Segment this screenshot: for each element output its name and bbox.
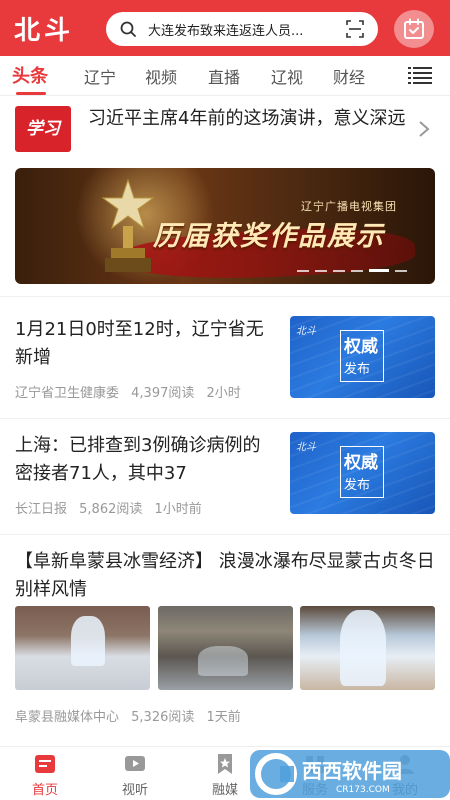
divider	[0, 418, 450, 419]
svg-text:CR173.COM: CR173.COM	[336, 785, 390, 795]
news-source: 长江日报	[15, 502, 68, 517]
thumbnail-logo: 北斗	[296, 326, 316, 337]
nav-media[interactable]: 融媒	[195, 753, 255, 798]
ice-patch	[198, 646, 248, 676]
search-input[interactable]: 大连发布致来连返连人员...	[148, 20, 340, 39]
tab-liaoshi[interactable]: 辽视	[271, 64, 303, 88]
banner-title: 历届获奖作品展示	[153, 221, 385, 252]
chevron-right-icon[interactable]	[418, 120, 430, 138]
bookmark-icon	[218, 754, 232, 774]
calendar-button[interactable]	[394, 10, 434, 48]
ice-waterfall	[71, 616, 105, 666]
news-item[interactable]: 上海：已排查到3例确诊病例的密接者71人，其中37 长江日报 5,862阅读 1…	[0, 432, 450, 528]
tab-live[interactable]: 直播	[208, 64, 240, 88]
channel-tabs: 头条 辽宁 视频 直播 辽视 财经	[0, 56, 450, 96]
news-reads: 5,862阅读	[79, 502, 143, 517]
tab-video[interactable]: 视频	[145, 64, 177, 88]
home-icon	[35, 755, 55, 773]
carousel-dot[interactable]	[351, 270, 363, 272]
thumbnail-text-authority: 权威	[344, 453, 378, 473]
nav-label: 视听	[121, 783, 148, 798]
cr173-watermark-logo: 西西软件园 CR173.COM	[250, 750, 450, 798]
news-meta: 长江日报 5,862阅读 1小时前	[15, 498, 210, 517]
nav-label: 首页	[31, 783, 58, 798]
carousel-dot[interactable]	[315, 270, 327, 272]
tab-headline[interactable]: 头条	[12, 62, 48, 88]
carousel-dot-active[interactable]	[369, 269, 389, 272]
scan-icon[interactable]	[346, 20, 364, 38]
channel-menu-icon[interactable]	[408, 66, 432, 84]
search-bar[interactable]: 大连发布致来连返连人员...	[106, 12, 378, 46]
thumbnail-text-release: 发布	[344, 478, 371, 493]
app-header: 北斗 大连发布致来连返连人员...	[0, 0, 450, 56]
gallery-photo-3[interactable]	[300, 606, 435, 690]
nav-video[interactable]: 视听	[105, 753, 165, 798]
news-time: 1天前	[206, 710, 241, 725]
app-logo: 北斗	[14, 16, 75, 46]
tab-liaoning[interactable]: 辽宁	[84, 64, 116, 88]
active-tab-indicator	[16, 92, 46, 95]
thumbnail-logo: 北斗	[296, 442, 316, 453]
svg-text:西西软件园: 西西软件园	[302, 759, 402, 783]
feature-news-item[interactable]: 学习 习近平主席4年前的这场演讲，意义深远	[0, 102, 450, 160]
news-item[interactable]: 1月21日0时至12时，辽宁省无新增 辽宁省卫生健康委 4,397阅读 2小时 …	[0, 316, 450, 412]
banner-carousel[interactable]: 辽宁广播电视集团 历届获奖作品展示	[15, 168, 435, 284]
search-icon	[120, 21, 136, 37]
banner-org: 辽宁广播电视集团	[301, 200, 397, 213]
xuexi-badge: 学习	[15, 106, 71, 152]
thumbnail-text-release: 发布	[344, 362, 371, 377]
nav-label: 融媒	[211, 783, 238, 798]
gallery-photo-1[interactable]	[15, 606, 150, 690]
news-reads: 4,397阅读	[131, 386, 195, 401]
divider	[0, 296, 450, 297]
news-time: 1小时前	[154, 502, 202, 517]
gallery-photo-2[interactable]	[158, 606, 293, 690]
news-title[interactable]: 1月21日0时至12时，辽宁省无新增	[15, 316, 275, 372]
news-meta: 辽宁省卫生健康委 4,397阅读 2小时	[15, 382, 249, 401]
calendar-check-icon	[404, 18, 424, 39]
news-source: 阜蒙县融媒体中心	[15, 710, 120, 725]
news-thumbnail[interactable]: 北斗 权威 发布	[290, 432, 435, 514]
news-thumbnail[interactable]: 北斗 权威 发布	[290, 316, 435, 398]
news-source: 辽宁省卫生健康委	[15, 386, 120, 401]
news-title[interactable]: 上海：已排查到3例确诊病例的密接者71人，其中37	[15, 432, 275, 488]
tab-finance[interactable]: 财经	[333, 64, 365, 88]
carousel-dot[interactable]	[333, 270, 345, 272]
thumbnail-text-authority: 权威	[344, 337, 378, 357]
gallery-news-meta: 阜蒙县融媒体中心 5,326阅读 1天前	[15, 706, 249, 725]
carousel-dot[interactable]	[297, 270, 309, 272]
carousel-dot[interactable]	[395, 270, 407, 272]
ice-waterfall	[340, 610, 386, 686]
nav-home[interactable]: 首页	[15, 753, 75, 798]
divider	[0, 534, 450, 535]
feature-title[interactable]: 习近平主席4年前的这场演讲，意义深远	[88, 106, 406, 131]
news-time: 2小时	[206, 386, 241, 401]
news-reads: 5,326阅读	[131, 710, 195, 725]
gallery-news-title[interactable]: 【阜新阜蒙县冰雪经济】 浪漫冰瀑布尽显蒙古贞冬日别样风情	[15, 548, 440, 604]
video-icon	[125, 756, 145, 771]
